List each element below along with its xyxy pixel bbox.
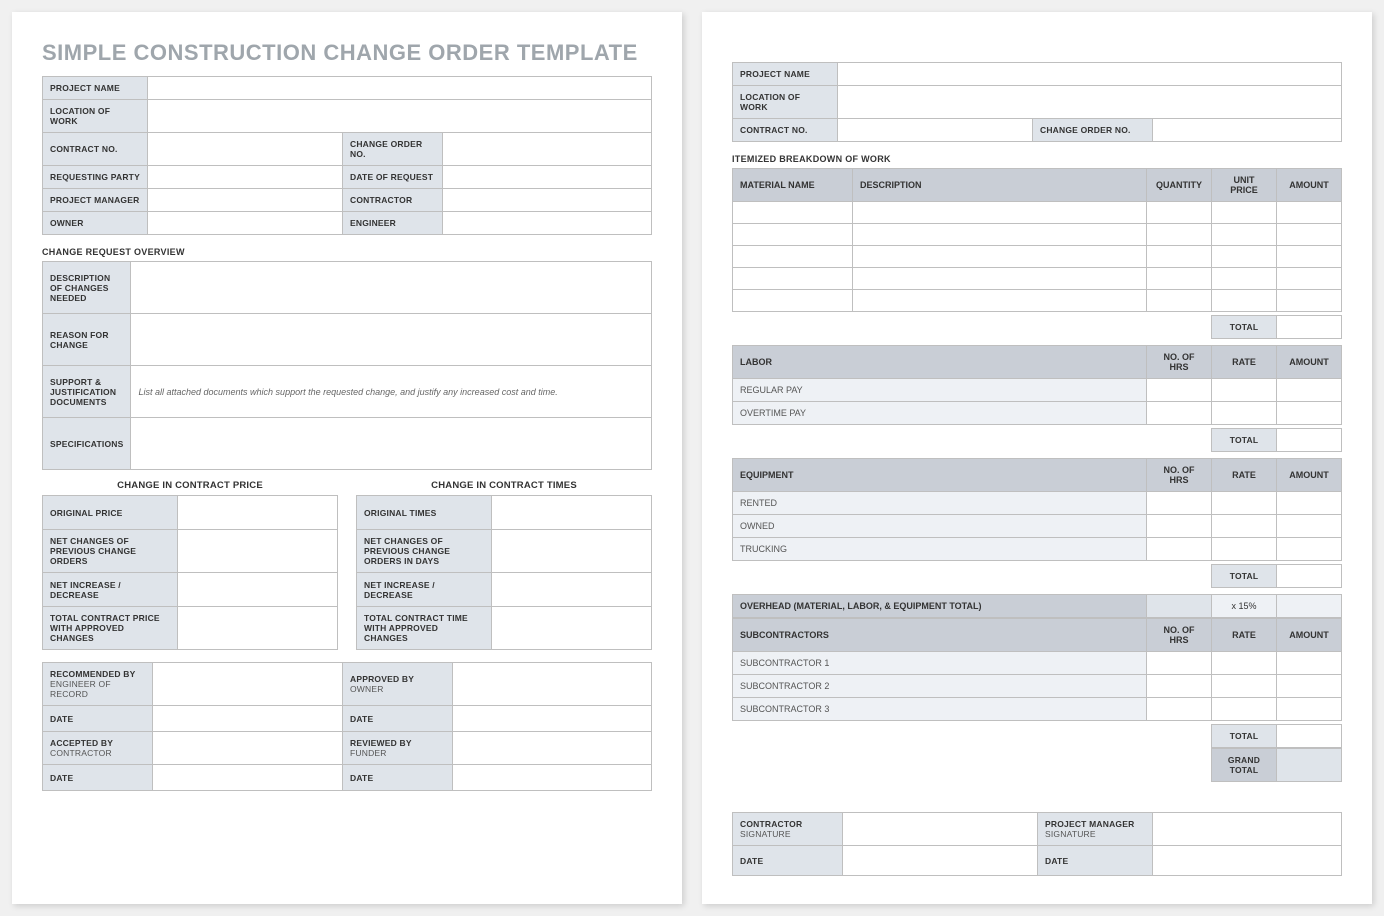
time-heading: CHANGE IN CONTRACT TIMES xyxy=(356,480,652,491)
price-table: ORIGINAL PRICENET CHANGES OF PREVIOUS CH… xyxy=(42,495,338,650)
signature-block-p2: CONTRACTORSIGNATUREPROJECT MANAGERSIGNAT… xyxy=(732,812,1342,876)
info-row: LOCATION OF WORK xyxy=(733,86,1342,119)
overview-table: DESCRIPTION OF CHANGES NEEDEDREASON FOR … xyxy=(42,261,652,470)
table-row: NET CHANGES OF PREVIOUS CHANGE ORDERS xyxy=(43,530,338,573)
table-row: TOTAL CONTRACT TIME WITH APPROVED CHANGE… xyxy=(357,607,652,650)
section-header: SUBCONTRACTORSNO. OF HRSRATEAMOUNT xyxy=(733,619,1342,652)
section-row: SUBCONTRACTOR 3 xyxy=(733,698,1342,721)
table-row: ORIGINAL PRICE xyxy=(43,496,338,530)
section-row: RENTED xyxy=(733,492,1342,515)
subcontractors-table: SUBCONTRACTORSNO. OF HRSRATEAMOUNTSUBCON… xyxy=(732,618,1342,748)
info-row: PROJECT MANAGERCONTRACTOR xyxy=(43,189,652,212)
section-row: SUBCONTRACTOR 2 xyxy=(733,675,1342,698)
overhead-table: OVERHEAD (MATERIAL, LABOR, & EQUIPMENT T… xyxy=(732,594,1342,618)
info-row: LOCATION OF WORK xyxy=(43,100,652,133)
info-row: PROJECT NAME xyxy=(43,77,652,100)
info-row: CONTRACT NO.CHANGE ORDER NO. xyxy=(733,119,1342,142)
material-row xyxy=(733,246,1342,268)
section-header: LABORNO. OF HRSRATEAMOUNT xyxy=(733,346,1342,379)
price-heading: CHANGE IN CONTRACT PRICE xyxy=(42,480,338,491)
info-row: OWNERENGINEER xyxy=(43,212,652,235)
total-row: TOTAL xyxy=(733,725,1342,748)
overview-row: SUPPORT & JUSTIFICATION DOCUMENTSList al… xyxy=(43,366,652,418)
info-row: PROJECT NAME xyxy=(733,63,1342,86)
signature-row: DATEDATE xyxy=(43,706,652,732)
itemized-heading: ITEMIZED BREAKDOWN OF WORK xyxy=(732,154,1342,164)
section-row: OVERTIME PAY xyxy=(733,402,1342,425)
info-row: CONTRACT NO.CHANGE ORDER NO. xyxy=(43,133,652,166)
overhead-row: OVERHEAD (MATERIAL, LABOR, & EQUIPMENT T… xyxy=(733,595,1342,618)
overview-row: REASON FOR CHANGE xyxy=(43,314,652,366)
material-row xyxy=(733,202,1342,224)
signature-row: DATEDATE xyxy=(733,846,1342,876)
page-2: PROJECT NAMELOCATION OF WORKCONTRACT NO.… xyxy=(702,12,1372,904)
section-row: REGULAR PAY xyxy=(733,379,1342,402)
project-info-table: PROJECT NAMELOCATION OF WORKCONTRACT NO.… xyxy=(42,76,652,235)
material-row xyxy=(733,290,1342,312)
overview-row: SPECIFICATIONS xyxy=(43,418,652,470)
table-row: NET INCREASE / DECREASE xyxy=(43,573,338,607)
table-row: NET CHANGES OF PREVIOUS CHANGE ORDERS IN… xyxy=(357,530,652,573)
total-row: TOTAL xyxy=(733,565,1342,588)
material-row xyxy=(733,224,1342,246)
table-row: TOTAL CONTRACT PRICE WITH APPROVED CHANG… xyxy=(43,607,338,650)
grand-total-table: GRAND TOTAL xyxy=(732,748,1342,782)
signature-block-1: RECOMMENDED BYENGINEER OF RECORDAPPROVED… xyxy=(42,662,652,791)
section-header: EQUIPMENTNO. OF HRSRATEAMOUNT xyxy=(733,459,1342,492)
signature-row: DATEDATE xyxy=(43,765,652,791)
signature-row: CONTRACTORSIGNATUREPROJECT MANAGERSIGNAT… xyxy=(733,813,1342,846)
page-title: SIMPLE CONSTRUCTION CHANGE ORDER TEMPLAT… xyxy=(42,40,652,66)
section-row: SUBCONTRACTOR 1 xyxy=(733,652,1342,675)
labor-table: LABORNO. OF HRSRATEAMOUNTREGULAR PAYOVER… xyxy=(732,345,1342,452)
material-header: MATERIAL NAMEDESCRIPTIONQUANTITYUNIT PRI… xyxy=(733,169,1342,202)
section-row: OWNED xyxy=(733,515,1342,538)
grand-total-row: GRAND TOTAL xyxy=(732,749,1342,782)
table-row: ORIGINAL TIMES xyxy=(357,496,652,530)
info-row: REQUESTING PARTYDATE OF REQUEST xyxy=(43,166,652,189)
time-table: ORIGINAL TIMESNET CHANGES OF PREVIOUS CH… xyxy=(356,495,652,650)
page-1: SIMPLE CONSTRUCTION CHANGE ORDER TEMPLAT… xyxy=(12,12,682,904)
total-row: TOTAL xyxy=(733,429,1342,452)
overview-row: DESCRIPTION OF CHANGES NEEDED xyxy=(43,262,652,314)
total-row: TOTAL xyxy=(733,316,1342,339)
overview-heading: CHANGE REQUEST OVERVIEW xyxy=(42,247,652,257)
material-table: MATERIAL NAMEDESCRIPTIONQUANTITYUNIT PRI… xyxy=(732,168,1342,339)
signature-row: ACCEPTED BYCONTRACTORREVIEWED BYFUNDER xyxy=(43,732,652,765)
project-info-table-p2: PROJECT NAMELOCATION OF WORKCONTRACT NO.… xyxy=(732,62,1342,142)
table-row: NET INCREASE / DECREASE xyxy=(357,573,652,607)
signature-row: RECOMMENDED BYENGINEER OF RECORDAPPROVED… xyxy=(43,663,652,706)
equipment-table: EQUIPMENTNO. OF HRSRATEAMOUNTRENTEDOWNED… xyxy=(732,458,1342,588)
section-row: TRUCKING xyxy=(733,538,1342,561)
material-row xyxy=(733,268,1342,290)
